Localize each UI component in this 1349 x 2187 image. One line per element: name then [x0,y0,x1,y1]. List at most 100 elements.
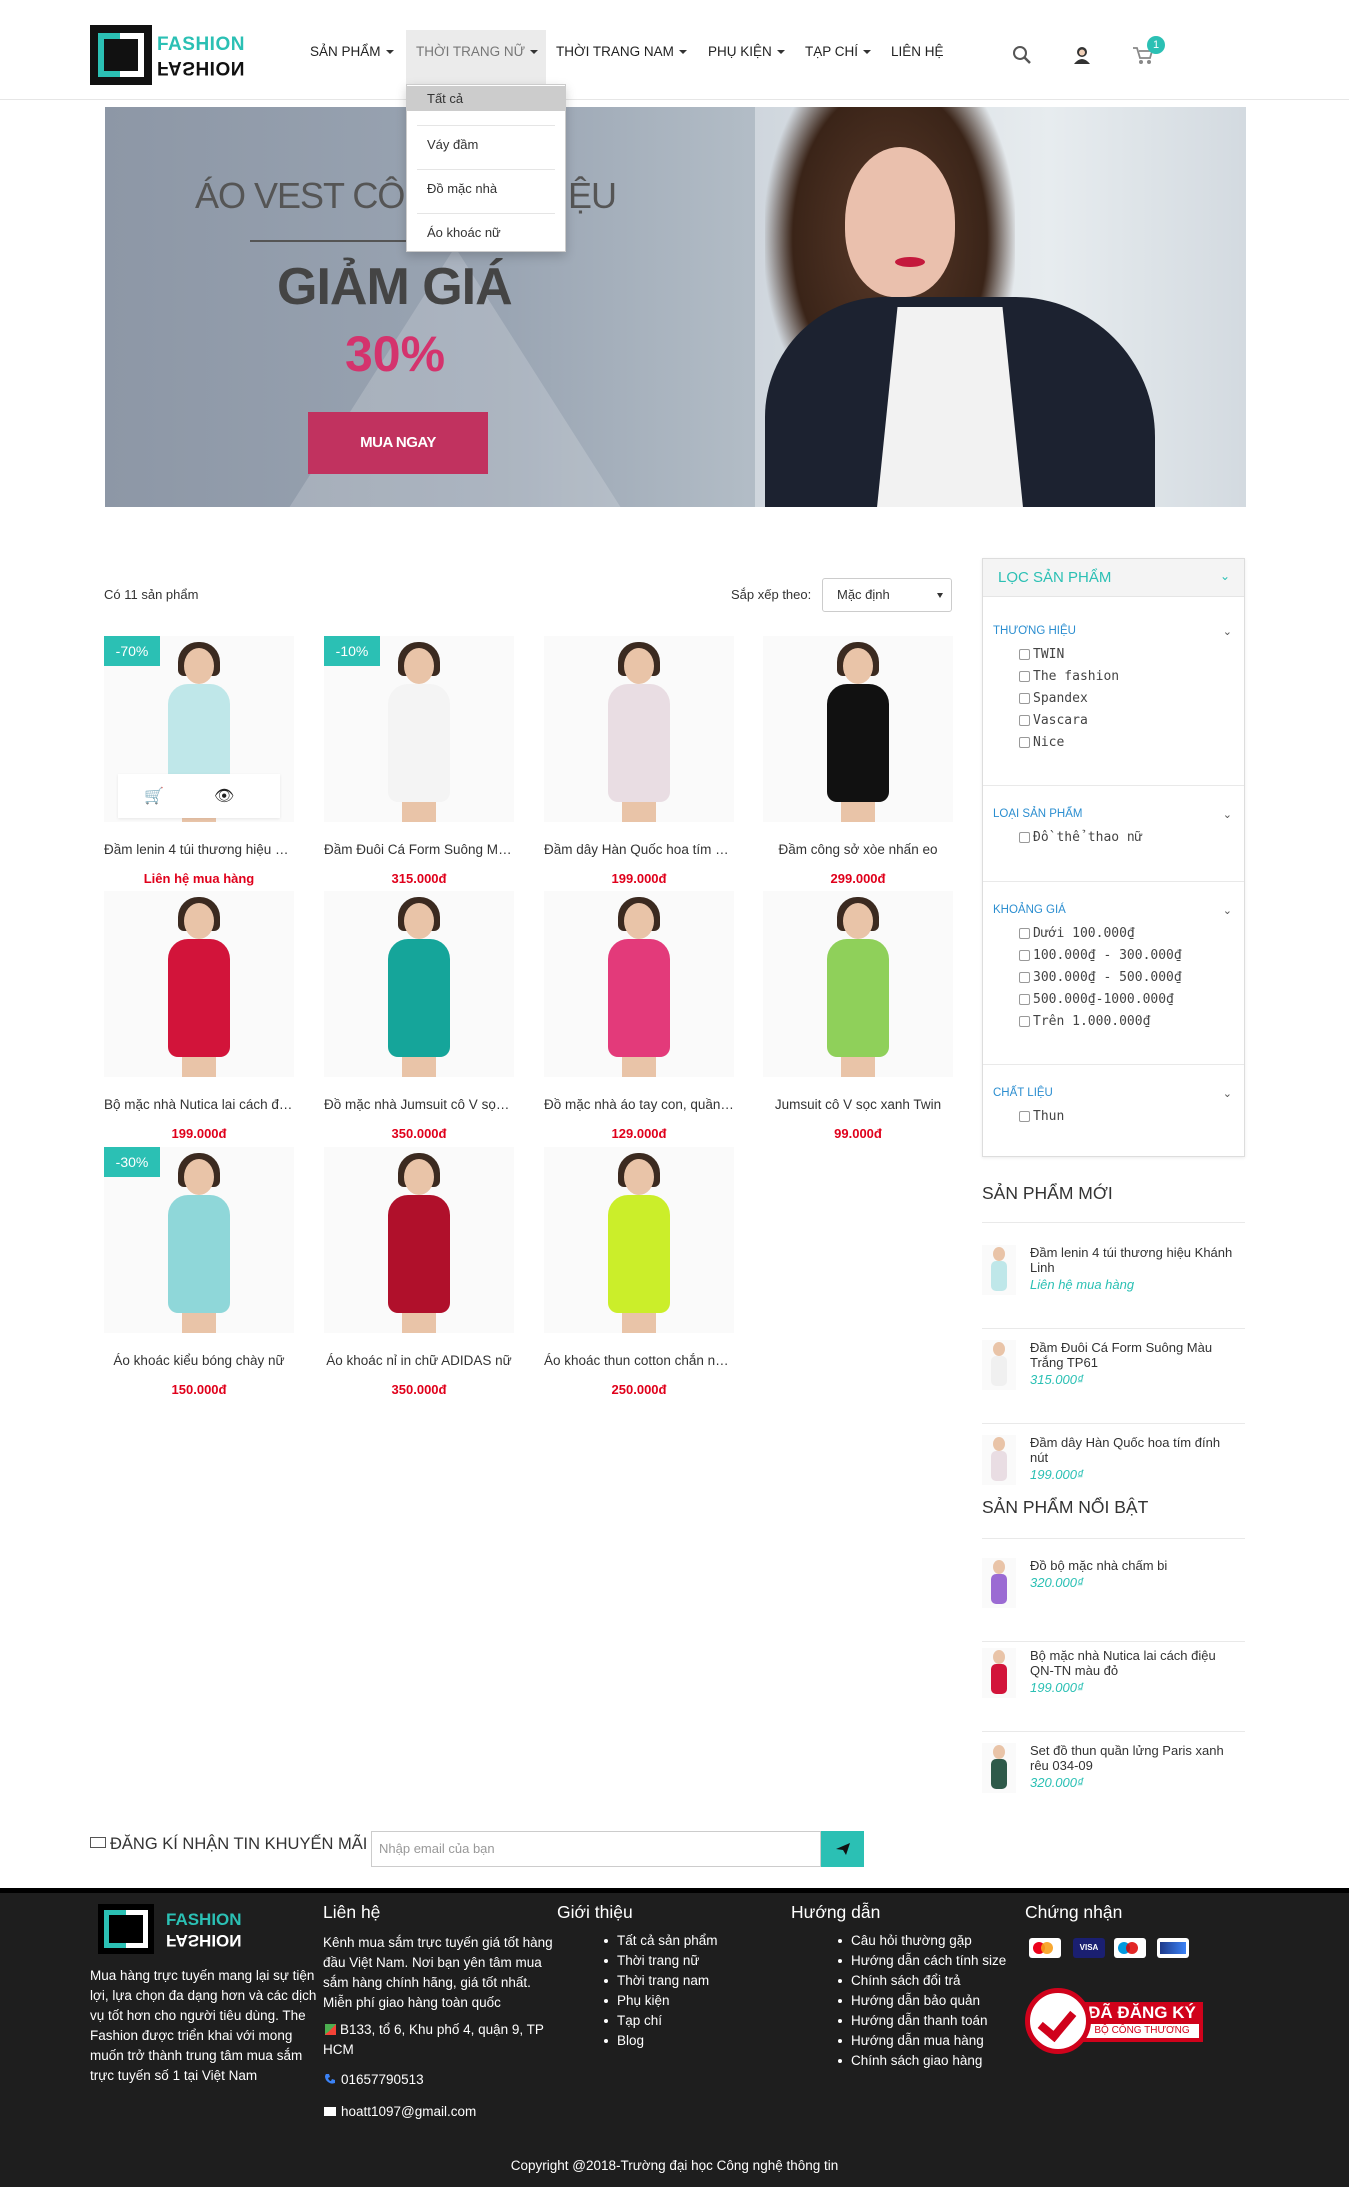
footer-link[interactable]: Câu hỏi thường gặp [837,1931,1006,1951]
footer-link[interactable]: Hướng dẫn cách tính size [837,1951,1006,1971]
footer-link[interactable]: Thời trang nam [604,1971,718,1991]
chevron-down-icon[interactable]: ⌄ [1223,904,1232,917]
dropdown-item-all[interactable]: Tất cả [407,86,565,111]
footer-link[interactable]: Chính sách đổi trả [837,1971,1006,1991]
footer-link[interactable]: Thời trang nữ [604,1951,718,1971]
checkbox[interactable] [1019,928,1030,939]
product-image[interactable] [324,891,514,1077]
newsletter-email-input[interactable]: Nhập email của bạn [371,1831,821,1867]
filter-group-title[interactable]: LOẠI SẢN PHẨM [993,808,1082,820]
product-name[interactable]: Đồ mặc nhà Jumsuit cô V sọc xanh [324,1097,514,1112]
footer-link[interactable]: Hướng dẫn bảo quản [837,1991,1006,2011]
filter-option[interactable]: Dưới 100.000₫ [1019,926,1135,941]
filter-option[interactable]: Spandex [1019,691,1088,706]
checkbox[interactable] [1019,832,1030,843]
sidebar-product[interactable]: Bộ mặc nhà Nutica lai cách điệu QN-TN mà… [982,1648,1245,1718]
footer-link[interactable]: Tạp chí [604,2011,718,2031]
quick-view-eye-icon[interactable]: 👁 [214,786,234,806]
filter-group-title[interactable]: CHẤT LIỆU [993,1087,1053,1099]
product-name[interactable]: Đầm dây Hàn Quốc hoa tím đính nút [544,842,734,857]
filter-option[interactable]: 100.000₫ - 300.000₫ [1019,948,1182,963]
nav-item-products[interactable]: SẢN PHẨM [310,44,394,59]
product-name[interactable]: Jumsuit cô V sọc xanh Twin [763,1097,953,1112]
filter-option[interactable]: The fashion [1019,669,1119,684]
checkbox[interactable] [1019,950,1030,961]
sidebar-product-name[interactable]: Đồ bộ mặc nhà chấm bi [1030,1558,1240,1573]
product-name[interactable]: Áo khoác nỉ in chữ ADIDAS nữ [324,1353,514,1368]
filter-header[interactable]: LỌC SẢN PHẨM ⌄ [983,559,1244,597]
nav-item-accessories[interactable]: PHỤ KIỆN [708,44,785,59]
footer-email[interactable]: hoatt1097@gmail.com [341,2102,476,2122]
chevron-down-icon[interactable]: ⌄ [1223,1087,1232,1100]
sidebar-product-name[interactable]: Set đồ thun quần lửng Paris xanh rêu 034… [1030,1743,1240,1773]
footer-link[interactable]: Blog [604,2031,718,2051]
checkbox[interactable] [1019,649,1030,660]
filter-option[interactable]: Trên 1.000.000₫ [1019,1014,1150,1029]
product-image[interactable] [324,1147,514,1333]
sort-select[interactable]: Mặc định [822,578,952,612]
dropdown-item-dresses[interactable]: Váy đầm [407,131,565,159]
footer-link[interactable]: Tất cả sản phẩm [604,1931,718,1951]
product-name[interactable]: Áo khoác kiểu bóng chày nữ [104,1353,294,1368]
filter-group-title[interactable]: KHOẢNG GIÁ [993,904,1066,916]
filter-option[interactable]: 500.000₫-1000.000₫ [1019,992,1174,1007]
sidebar-product-name[interactable]: Đầm Đuôi Cá Form Suông Màu Trắng TP61 [1030,1340,1240,1370]
product-name[interactable]: Đầm công sở xòe nhấn eo [763,842,953,857]
nav-item-contact[interactable]: LIÊN HỆ [891,44,944,59]
product-image[interactable] [544,891,734,1077]
nav-item-magazine[interactable]: TẠP CHÍ [805,44,872,59]
sidebar-product-thumb[interactable] [982,1435,1016,1485]
newsletter-submit-button[interactable] [821,1831,864,1867]
filter-option[interactable]: Đồ thể thao nữ [1019,830,1143,845]
product-image[interactable] [763,636,953,822]
checkbox[interactable] [1019,671,1030,682]
dropdown-item-homewear[interactable]: Đồ mặc nhà [407,175,565,203]
buy-now-button[interactable]: MUA NGAY [308,412,488,474]
sidebar-product-thumb[interactable] [982,1648,1016,1698]
product-name[interactable]: Đồ mặc nhà áo tay con, quần short [544,1097,734,1112]
logo-text[interactable]: FASHION [157,34,245,56]
dropdown-item-jackets[interactable]: Áo khoác nữ [407,219,565,247]
nav-item-mens-fashion[interactable]: THỜI TRANG NAM [556,44,687,59]
product-name[interactable]: Bộ mặc nhà Nutica lai cách điệu QN-TN mà… [104,1097,294,1112]
sidebar-product-name[interactable]: Đầm dây Hàn Quốc hoa tím đính nút [1030,1435,1240,1465]
product-image[interactable] [544,636,734,822]
checkbox[interactable] [1019,994,1030,1005]
sidebar-product-thumb[interactable] [982,1558,1016,1608]
registered-badge[interactable]: ĐÃ ĐĂNG KÝ BỘ CÔNG THƯƠNG [1025,1988,1205,2056]
footer-link[interactable]: Hướng dẫn mua hàng [837,2031,1006,2051]
filter-group-title[interactable]: THƯƠNG HIỆU [993,625,1076,637]
sidebar-product[interactable]: Đồ bộ mặc nhà chấm bi 320.000₫ [982,1558,1245,1628]
sidebar-product-thumb[interactable] [982,1743,1016,1793]
footer-link[interactable]: Hướng dẫn thanh toán [837,2011,1006,2031]
search-icon[interactable] [1012,45,1032,65]
sidebar-product-thumb[interactable] [982,1340,1016,1390]
filter-option[interactable]: 300.000₫ - 500.000₫ [1019,970,1182,985]
chevron-down-icon[interactable]: ⌄ [1223,808,1232,821]
logo-mark[interactable] [90,25,152,85]
sidebar-product[interactable]: Đầm lenin 4 túi thương hiệu Khánh Linh Li… [982,1245,1245,1315]
chevron-down-icon[interactable]: ⌄ [1223,625,1232,638]
filter-option[interactable]: Vascara [1019,713,1088,728]
sidebar-product[interactable]: Set đồ thun quần lửng Paris xanh rêu 034… [982,1743,1245,1813]
sidebar-product-name[interactable]: Bộ mặc nhà Nutica lai cách điệu QN-TN mà… [1030,1648,1240,1678]
product-name[interactable]: Đầm lenin 4 túi thương hiệu Khánh Linh [104,842,294,857]
product-name[interactable]: Áo khoác thun cotton chắn nắng [544,1353,734,1368]
product-image[interactable] [763,891,953,1077]
product-name[interactable]: Đầm Đuôi Cá Form Suông Màu Trắng TP61 [324,842,514,857]
add-to-cart-icon[interactable]: 🛒 [144,786,164,806]
sidebar-product-name[interactable]: Đầm lenin 4 túi thương hiệu Khánh Linh [1030,1245,1240,1275]
footer-logo-mark[interactable] [98,1904,154,1954]
product-image[interactable] [104,891,294,1077]
checkbox[interactable] [1019,972,1030,983]
filter-option[interactable]: TWIN [1019,647,1064,662]
footer-phone[interactable]: 01657790513 [341,2070,424,2090]
footer-link[interactable]: Phụ kiện [604,1991,718,2011]
nav-item-womens-fashion[interactable]: THỜI TRANG NỮ [416,44,539,59]
checkbox[interactable] [1019,715,1030,726]
checkbox[interactable] [1019,1016,1030,1027]
footer-link[interactable]: Chính sách giao hàng [837,2051,1006,2071]
user-icon[interactable] [1072,45,1092,65]
sidebar-product[interactable]: Đầm dây Hàn Quốc hoa tím đính nút 199.000… [982,1435,1245,1505]
sidebar-product[interactable]: Đầm Đuôi Cá Form Suông Màu Trắng TP61 315… [982,1340,1245,1410]
